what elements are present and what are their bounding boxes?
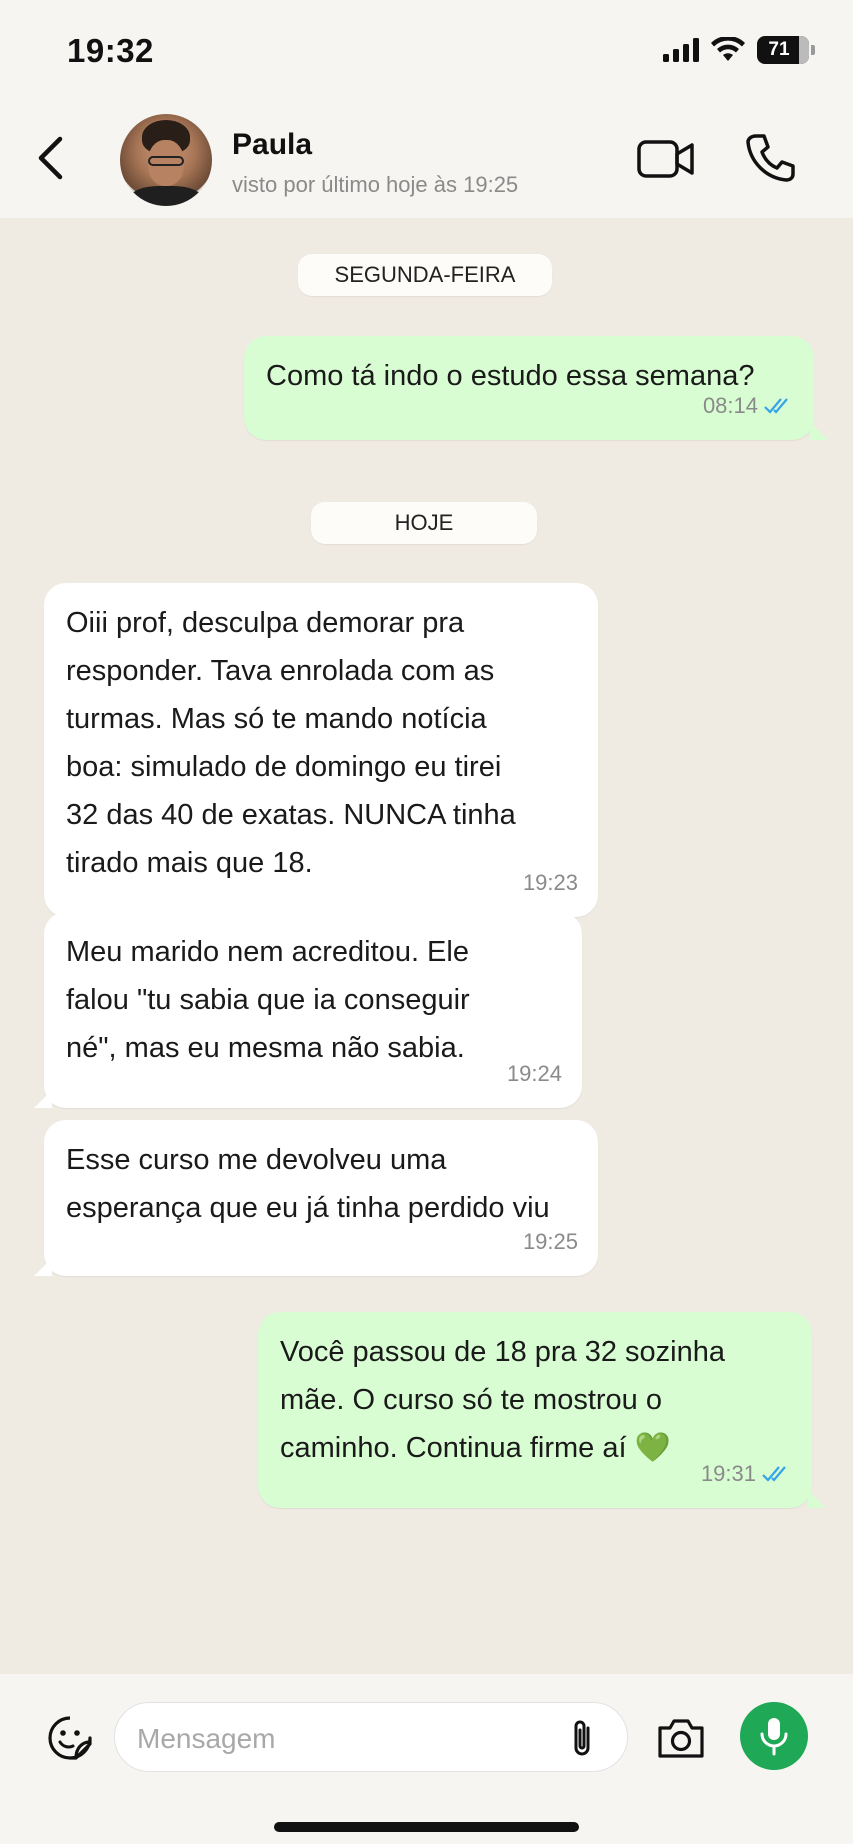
chat-header: Paula visto por último hoje às 19:25 [0,100,853,218]
read-ticks-icon [764,398,788,414]
chat-area[interactable]: SEGUNDA-FEIRA Como tá indo o estudo essa… [0,218,853,1674]
sticker-icon [48,1716,92,1760]
message-text: Esse curso me devolveu uma esperança que… [66,1144,550,1224]
message-time: 19:23 [522,870,578,895]
avatar[interactable] [120,114,212,206]
phone-icon [746,134,795,182]
home-indicator[interactable] [274,1822,579,1832]
read-ticks-icon [762,1466,786,1482]
message-meta: 19:24 [507,1050,562,1098]
camera-button[interactable] [656,1716,706,1760]
message-meta: 19:23 [523,859,578,907]
date-separator: SEGUNDA-FEIRA [298,254,552,296]
voice-call-button[interactable] [744,132,796,184]
message-input-bar: Mensagem [0,1674,853,1844]
battery-icon: 71 [757,36,815,64]
status-time: 19:32 [67,32,154,69]
message-bubble-incoming[interactable]: Esse curso me devolveu uma esperança que… [44,1120,598,1276]
battery-level: 71 [768,39,790,60]
message-meta: 19:25 [523,1218,578,1266]
message-time: 19:24 [506,1061,562,1086]
message-time: 19:25 [522,1229,578,1254]
message-bubble-incoming[interactable]: Meu marido nem acreditou. Ele falou "tu … [44,912,582,1108]
contact-name[interactable]: Paula [232,128,312,162]
message-bubble-outgoing[interactable]: Você passou de 18 pra 32 sozinha mãe. O … [258,1312,812,1508]
voice-message-button[interactable] [740,1702,808,1770]
status-bar: 19:32 71 [0,0,853,100]
message-time: 08:14 [702,393,758,418]
attach-button[interactable] [568,1718,598,1758]
video-call-button[interactable] [636,134,696,184]
message-meta: 19:31 [701,1450,792,1498]
back-button[interactable] [30,130,70,186]
date-separator: HOJE [311,502,537,544]
bubble-tail [810,422,828,440]
message-text: Meu marido nem acreditou. Ele falou "tu … [66,936,470,1064]
mic-icon [760,1718,788,1756]
video-call-icon [637,140,694,178]
back-arrow-icon [38,136,63,180]
attach-icon [574,1720,590,1756]
sticker-button[interactable] [46,1714,94,1762]
message-placeholder: Mensagem [137,1723,276,1754]
message-text: Oiii prof, desculpa demorar pra responde… [66,607,516,879]
message-input[interactable]: Mensagem [114,1702,628,1772]
wifi-icon [711,37,745,61]
message-bubble-incoming[interactable]: Oiii prof, desculpa demorar pra responde… [44,583,598,917]
camera-icon [658,1719,704,1758]
last-seen-status: visto por último hoje às 19:25 [232,172,519,197]
message-time: 19:31 [700,1461,756,1486]
signal-icon [663,38,699,62]
message-bubble-outgoing[interactable]: Como tá indo o estudo essa semana? 08:14 [244,336,814,440]
status-icons: 71 [663,36,815,64]
message-meta: 08:14 [703,382,794,430]
